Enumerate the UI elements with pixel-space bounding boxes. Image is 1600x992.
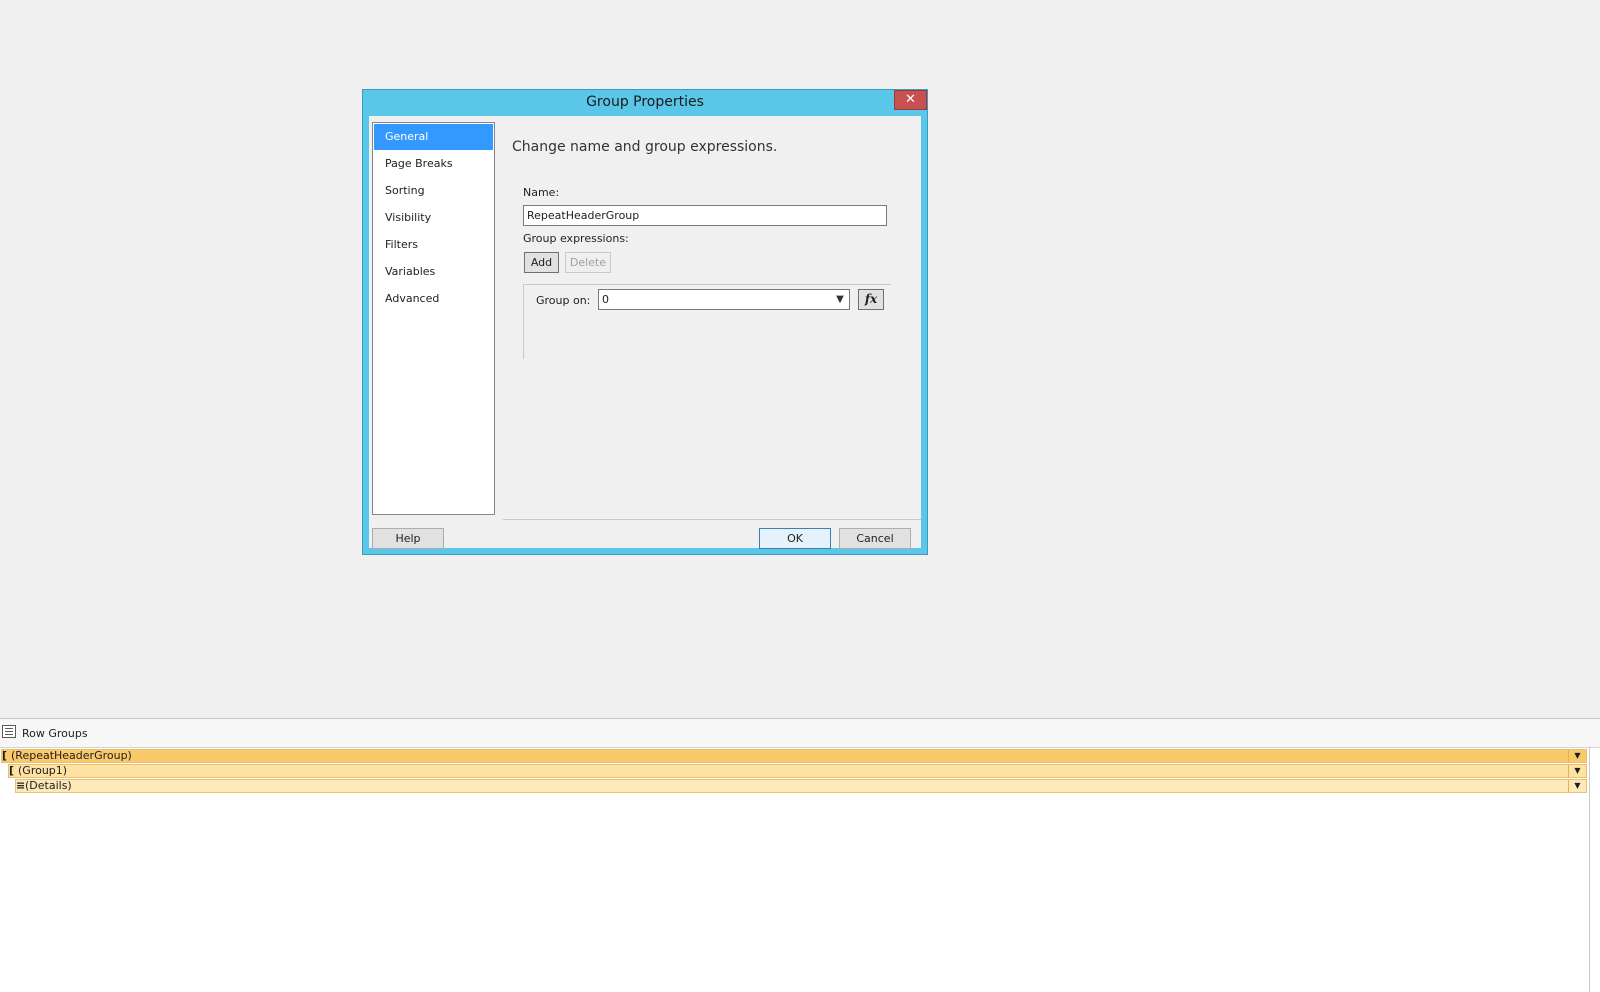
close-icon: ✕ bbox=[905, 92, 916, 107]
row-groups-title: Row Groups bbox=[22, 727, 88, 740]
delete-button[interactable]: Delete bbox=[565, 252, 611, 273]
nav-item-sorting[interactable]: Sorting bbox=[374, 178, 493, 204]
group-bracket-icon: [ bbox=[2, 749, 8, 762]
row-group-label: (RepeatHeaderGroup) bbox=[11, 749, 132, 762]
row-group-repeatheadergroup[interactable]: [(RepeatHeaderGroup) ▼ bbox=[1, 749, 1587, 763]
group-expressions-label: Group expressions: bbox=[523, 232, 629, 245]
row-groups-header: Row Groups bbox=[0, 719, 1600, 748]
nav-item-visibility[interactable]: Visibility bbox=[374, 205, 493, 231]
row-groups-icon bbox=[2, 725, 16, 738]
name-field[interactable]: RepeatHeaderGroup bbox=[523, 205, 887, 226]
panel-divider bbox=[1589, 747, 1590, 992]
group-expression-list: Group on: 0 ▼ fx bbox=[523, 284, 891, 359]
group-bracket-icon: [ bbox=[9, 764, 15, 777]
group-on-label: Group on: bbox=[536, 294, 591, 307]
row-group-details[interactable]: ≡(Details) ▼ bbox=[15, 779, 1587, 793]
nav-item-filters[interactable]: Filters bbox=[374, 232, 493, 258]
page-heading: Change name and group expressions. bbox=[512, 139, 778, 155]
group-on-value: 0 bbox=[602, 293, 609, 306]
row-group-label: (Details) bbox=[25, 779, 72, 792]
name-label: Name: bbox=[523, 186, 560, 199]
chevron-down-icon[interactable]: ▼ bbox=[833, 290, 847, 309]
row-group-label: (Group1) bbox=[18, 764, 68, 777]
nav-item-page-breaks[interactable]: Page Breaks bbox=[374, 151, 493, 177]
dialog-title: Group Properties bbox=[586, 94, 704, 110]
separator-line bbox=[503, 519, 921, 520]
cancel-button[interactable]: Cancel bbox=[839, 528, 911, 549]
group-on-combobox[interactable]: 0 ▼ bbox=[598, 289, 850, 310]
row-groups-panel: Row Groups [(RepeatHeaderGroup) ▼ [(Grou… bbox=[0, 718, 1600, 992]
nav-item-advanced[interactable]: Advanced bbox=[374, 286, 493, 312]
nav-item-general[interactable]: General bbox=[374, 124, 493, 150]
row-group-group1[interactable]: [(Group1) ▼ bbox=[8, 764, 1587, 778]
chevron-down-icon[interactable]: ▼ bbox=[1568, 765, 1586, 777]
chevron-down-icon[interactable]: ▼ bbox=[1568, 750, 1586, 762]
expression-fx-button[interactable]: fx bbox=[858, 289, 884, 310]
nav-list: General Page Breaks Sorting Visibility F… bbox=[372, 122, 495, 515]
group-properties-dialog: Group Properties ✕ General Page Breaks S… bbox=[362, 89, 928, 555]
dialog-client-area: General Page Breaks Sorting Visibility F… bbox=[369, 116, 921, 549]
close-button[interactable]: ✕ bbox=[894, 90, 927, 110]
details-icon: ≡ bbox=[16, 779, 26, 792]
add-button[interactable]: Add bbox=[524, 252, 559, 273]
help-button[interactable]: Help bbox=[372, 528, 444, 549]
ok-button[interactable]: OK bbox=[759, 528, 831, 549]
chevron-down-icon[interactable]: ▼ bbox=[1568, 780, 1586, 792]
nav-item-variables[interactable]: Variables bbox=[374, 259, 493, 285]
